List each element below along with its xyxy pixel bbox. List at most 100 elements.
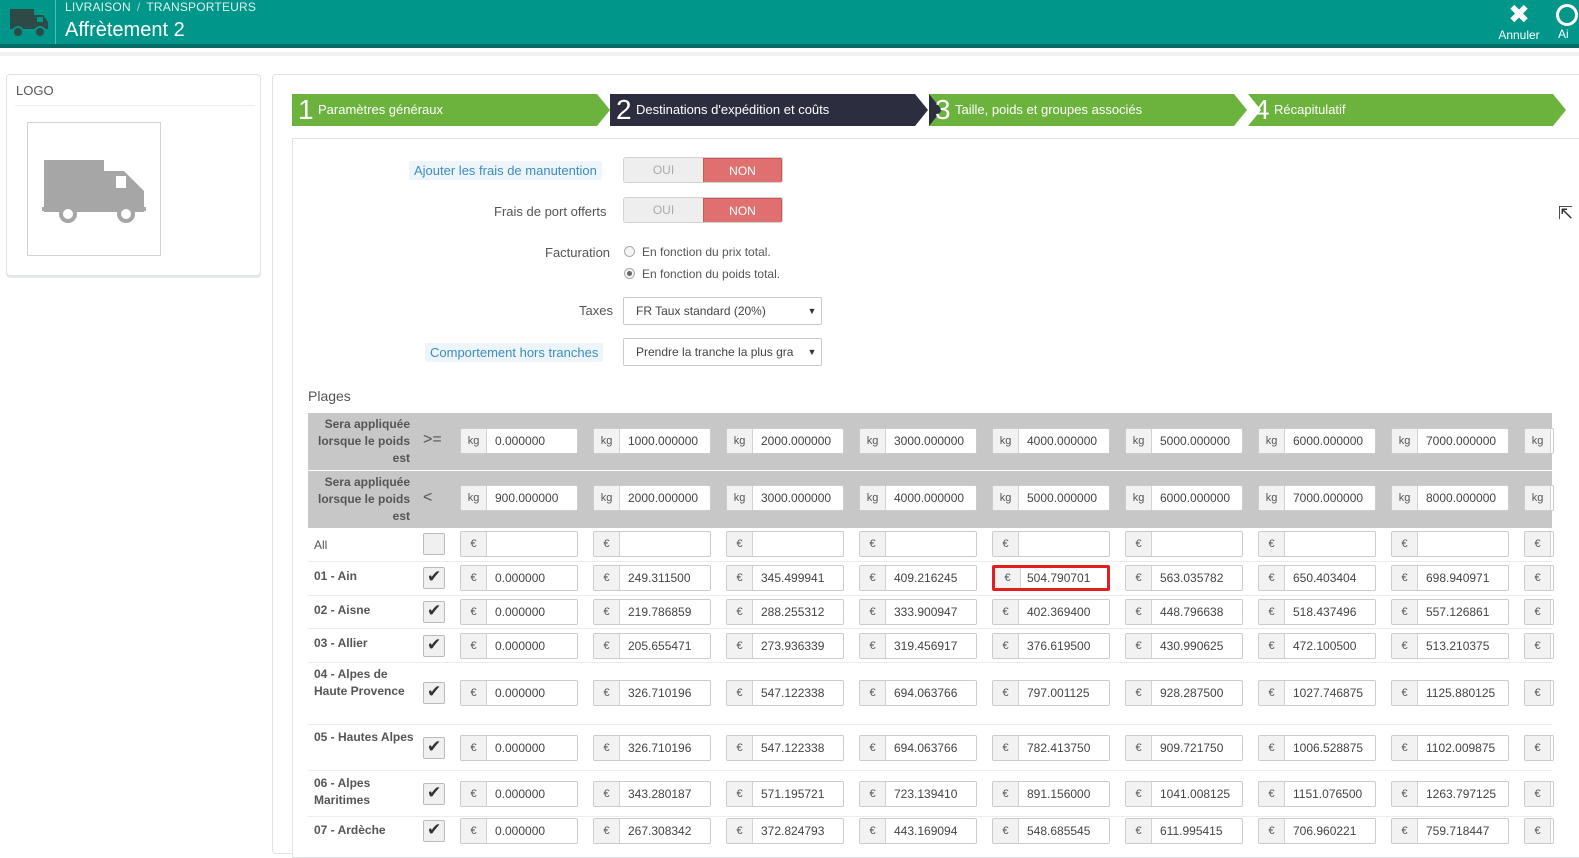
range-max-input[interactable]: kg 6000.000000 <box>1125 485 1243 511</box>
zone-price-input[interactable]: €205.655471 <box>593 633 711 659</box>
zone-price-input[interactable]: €409.216245 <box>859 565 977 591</box>
zone-checkbox[interactable] <box>423 737 445 759</box>
zone-price-input[interactable]: €548.685545 <box>992 818 1110 844</box>
zone-price-input[interactable]: € <box>1524 781 1554 807</box>
handling-fees-toggle[interactable]: OUI NON <box>623 157 783 183</box>
breadcrumb-item[interactable]: LIVRAISON <box>65 0 131 14</box>
zone-price-input[interactable]: €698.940971 <box>1391 565 1509 591</box>
toggle-no[interactable]: NON <box>702 158 782 182</box>
zone-checkbox[interactable] <box>423 635 445 657</box>
range-max-input[interactable]: kg 900.000000 <box>460 485 578 511</box>
zone-price-input[interactable]: €547.122338 <box>726 735 844 761</box>
all-price-input[interactable]: € <box>593 531 711 557</box>
zone-price-input[interactable]: €430.990625 <box>1125 633 1243 659</box>
zone-price-input[interactable]: €0.000000 <box>460 599 578 625</box>
zone-price-input[interactable]: €345.499941 <box>726 565 844 591</box>
toggle-no[interactable]: NON <box>702 198 782 222</box>
zone-price-input[interactable]: €1263.797125 <box>1391 781 1509 807</box>
zone-checkbox[interactable] <box>423 567 445 589</box>
zone-price-input[interactable]: €759.718447 <box>1391 818 1509 844</box>
all-price-input[interactable]: € <box>859 531 977 557</box>
out-of-range-select[interactable]: Prendre la tranche la plus gra ▼ <box>623 338 822 366</box>
zone-price-input[interactable]: € <box>1524 818 1554 844</box>
zone-price-input[interactable]: €1151.076500 <box>1258 781 1376 807</box>
zone-price-input[interactable]: €611.995415 <box>1125 818 1243 844</box>
zone-price-input[interactable]: €326.710196 <box>593 680 711 706</box>
all-price-input[interactable]: € <box>1524 531 1554 557</box>
breadcrumb-item[interactable]: TRANSPORTEURS <box>146 0 256 14</box>
all-price-input[interactable]: € <box>1125 531 1243 557</box>
zone-price-input[interactable]: €219.786859 <box>593 599 711 625</box>
zone-price-input[interactable]: €797.001125 <box>992 680 1110 706</box>
zone-checkbox[interactable] <box>423 820 445 842</box>
billing-option-weight[interactable]: En fonction du poids total. <box>624 267 780 281</box>
zone-price-input[interactable]: €319.456917 <box>859 633 977 659</box>
zone-price-input[interactable]: €326.710196 <box>593 735 711 761</box>
zone-price-input[interactable]: €723.139410 <box>859 781 977 807</box>
zone-price-input[interactable]: € <box>1524 633 1554 659</box>
zone-price-input[interactable]: €267.308342 <box>593 818 711 844</box>
toggle-yes[interactable]: OUI <box>624 198 703 222</box>
zone-price-input[interactable]: €443.169094 <box>859 818 977 844</box>
handling-fees-label[interactable]: Ajouter les frais de manutention <box>409 161 602 180</box>
all-price-input[interactable]: € <box>1258 531 1376 557</box>
range-max-input[interactable]: kg 4000.000000 <box>859 485 977 511</box>
all-zones-checkbox[interactable] <box>423 533 445 555</box>
zone-price-input[interactable]: €372.824793 <box>726 818 844 844</box>
zone-price-input[interactable]: €333.900947 <box>859 599 977 625</box>
zone-price-input[interactable]: €1041.008125 <box>1125 781 1243 807</box>
zone-price-input[interactable]: €1006.528875 <box>1258 735 1376 761</box>
zone-price-input[interactable]: €909.721750 <box>1125 735 1243 761</box>
zone-price-input[interactable]: €563.035782 <box>1125 565 1243 591</box>
zone-price-input[interactable]: €547.122338 <box>726 680 844 706</box>
all-price-input[interactable]: € <box>460 531 578 557</box>
zone-price-input[interactable]: €1102.009875 <box>1391 735 1509 761</box>
range-max-input[interactable]: kg 5000.000000 <box>992 485 1110 511</box>
billing-option-price[interactable]: En fonction du prix total. <box>624 245 771 259</box>
step-2-destinations[interactable]: 2 Destinations d'expédition et coûts <box>610 94 928 126</box>
zone-checkbox[interactable] <box>423 682 445 704</box>
radio-button[interactable] <box>624 246 635 257</box>
range-min-input[interactable]: kg <box>1524 428 1554 454</box>
zone-price-input[interactable]: €472.100500 <box>1258 633 1376 659</box>
range-min-input[interactable]: kg 5000.000000 <box>1125 428 1243 454</box>
cancel-button[interactable]: ✖ Annuler <box>1494 1 1544 42</box>
range-min-input[interactable]: kg 3000.000000 <box>859 428 977 454</box>
zone-price-input[interactable]: €782.413750 <box>992 735 1110 761</box>
zone-price-input[interactable]: €0.000000 <box>460 818 578 844</box>
free-shipping-toggle[interactable]: OUI NON <box>623 197 783 223</box>
zone-price-input[interactable]: € <box>1524 599 1554 625</box>
step-1-general-settings[interactable]: 1 Paramètres généraux <box>292 94 610 126</box>
zone-price-input[interactable]: € <box>1524 735 1554 761</box>
zone-price-input[interactable]: €288.255312 <box>726 599 844 625</box>
zone-checkbox[interactable] <box>423 783 445 805</box>
range-min-input[interactable]: kg 2000.000000 <box>726 428 844 454</box>
zone-price-input[interactable]: € <box>1524 565 1554 591</box>
zone-price-input[interactable]: €402.369400 <box>992 599 1110 625</box>
range-min-input[interactable]: kg 0.000000 <box>460 428 578 454</box>
range-min-input[interactable]: kg 6000.000000 <box>1258 428 1376 454</box>
zone-price-input[interactable]: €0.000000 <box>460 565 578 591</box>
zone-price-input[interactable]: €249.311500 <box>593 565 711 591</box>
zone-price-input[interactable]: €0.000000 <box>460 680 578 706</box>
all-price-input[interactable]: € <box>1391 531 1509 557</box>
zone-price-input[interactable]: €650.403404 <box>1258 565 1376 591</box>
zone-price-input[interactable]: €448.796638 <box>1125 599 1243 625</box>
zone-price-input[interactable]: €928.287500 <box>1125 680 1243 706</box>
zone-price-input[interactable]: € <box>1524 680 1554 706</box>
zone-price-input[interactable]: €0.000000 <box>460 735 578 761</box>
zone-price-input[interactable]: €706.960221 <box>1258 818 1376 844</box>
step-3-size-weight[interactable]: 3 Taille, poids et groupes associés <box>929 94 1247 126</box>
out-of-range-label[interactable]: Comportement hors tranches <box>425 343 604 362</box>
range-min-input[interactable]: kg 4000.000000 <box>992 428 1110 454</box>
zone-checkbox[interactable] <box>423 601 445 623</box>
help-button[interactable]: Ai <box>1552 2 1579 42</box>
zone-price-input[interactable]: €0.000000 <box>460 781 578 807</box>
zone-price-input[interactable]: €343.280187 <box>593 781 711 807</box>
zone-price-input[interactable]: €1027.746875 <box>1258 680 1376 706</box>
zone-price-input[interactable]: €518.437496 <box>1258 599 1376 625</box>
zone-price-input[interactable]: €376.619500 <box>992 633 1110 659</box>
taxes-select[interactable]: FR Taux standard (20%) ▼ <box>623 297 822 325</box>
range-max-input[interactable]: kg <box>1524 485 1554 511</box>
zone-price-input[interactable]: €557.126861 <box>1391 599 1509 625</box>
